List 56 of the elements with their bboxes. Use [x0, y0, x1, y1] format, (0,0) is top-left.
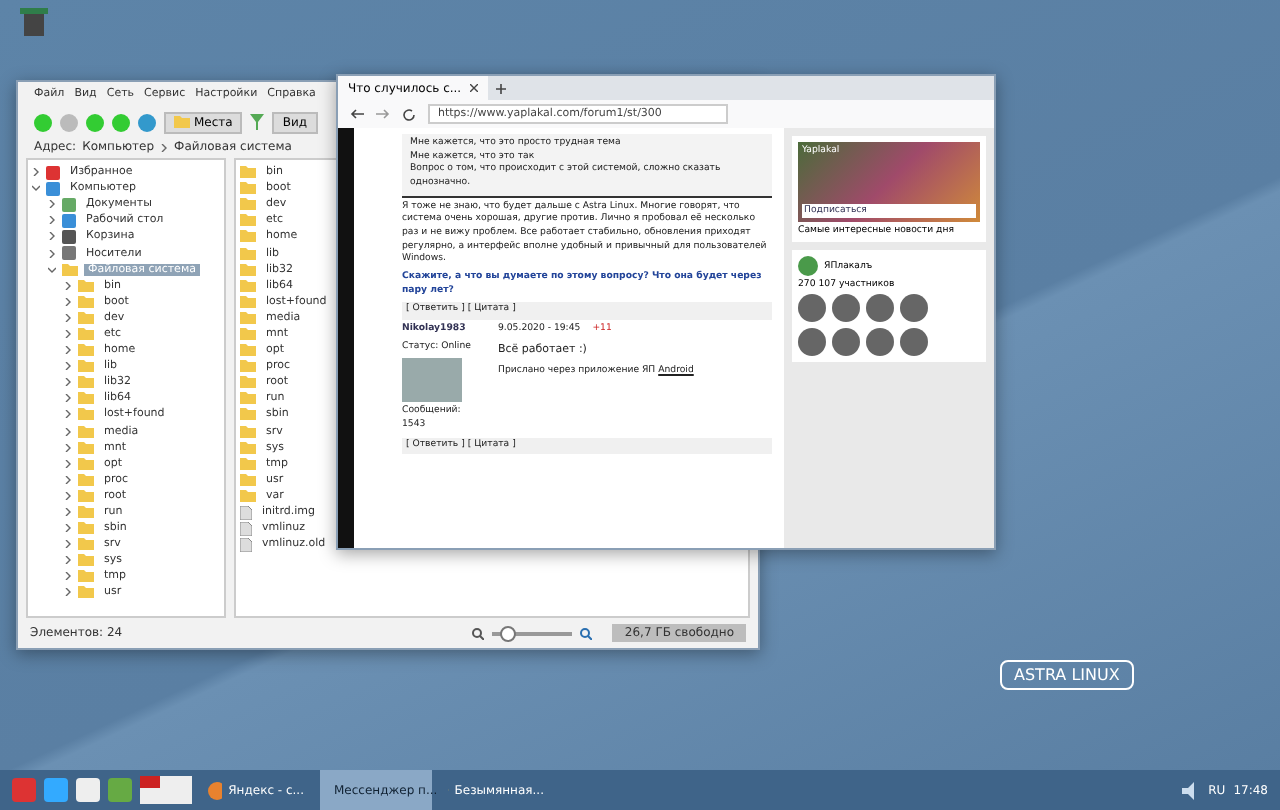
chevron-right-icon[interactable]	[64, 475, 72, 484]
filter-icon[interactable]	[250, 114, 265, 130]
chevron-right-icon[interactable]	[160, 143, 169, 151]
chevron-right-icon[interactable]	[64, 329, 72, 338]
member-avatar[interactable]	[866, 328, 894, 356]
chevron-right-icon[interactable]	[64, 297, 72, 306]
zoom-out-icon[interactable]	[472, 627, 485, 639]
chevron-right-icon[interactable]	[64, 540, 72, 549]
chevron-right-icon[interactable]	[64, 281, 72, 290]
trash-icon[interactable]	[20, 8, 48, 36]
member-avatar[interactable]	[866, 294, 894, 322]
drive-icon	[62, 246, 76, 261]
member-avatar[interactable]	[832, 294, 860, 322]
chevron-right-icon[interactable]	[64, 410, 72, 419]
chevron-right-icon[interactable]	[64, 524, 72, 533]
chevron-right-icon[interactable]	[64, 459, 72, 468]
chevron-right-icon[interactable]	[64, 362, 72, 371]
wallpaper-logo: ASTRA LINUX	[1000, 660, 1134, 690]
workspace-switcher-icon[interactable]	[140, 776, 192, 804]
chevron-right-icon[interactable]	[64, 346, 72, 355]
group-avatar-icon	[798, 256, 818, 276]
member-avatar[interactable]	[798, 294, 826, 322]
zoom-thumb[interactable]	[500, 625, 517, 641]
member-avatar[interactable]	[832, 328, 860, 356]
chevron-right-icon[interactable]	[64, 378, 72, 387]
reload-icon[interactable]	[402, 107, 416, 121]
member-avatar[interactable]	[900, 328, 928, 356]
chevron-right-icon[interactable]	[64, 443, 72, 452]
chevron-right-icon[interactable]	[48, 216, 56, 225]
photo-placeholder	[402, 358, 462, 403]
trash-icon	[62, 229, 76, 244]
chevron-right-icon[interactable]	[32, 168, 40, 177]
chevron-right-icon[interactable]	[48, 200, 56, 209]
chevron-down-icon[interactable]	[48, 265, 56, 274]
chevron-right-icon[interactable]	[64, 572, 72, 581]
new-tab-icon[interactable]	[495, 83, 506, 93]
forward-icon[interactable]	[376, 108, 390, 120]
close-icon[interactable]	[469, 84, 478, 92]
member-avatar[interactable]	[900, 294, 928, 322]
chevron-right-icon[interactable]	[64, 588, 72, 597]
docs-icon	[62, 197, 76, 212]
chevron-right-icon[interactable]	[64, 556, 72, 565]
chevron-right-icon[interactable]	[64, 313, 72, 322]
browser-icon	[208, 781, 223, 799]
desktop-icon	[62, 213, 76, 228]
chevron-right-icon[interactable]	[64, 491, 72, 500]
chevron-down-icon[interactable]	[32, 184, 40, 193]
chevron-right-icon[interactable]	[48, 249, 56, 258]
chevron-right-icon[interactable]	[48, 232, 56, 241]
back-icon[interactable]	[350, 108, 364, 120]
chevron-right-icon[interactable]	[64, 508, 72, 517]
member-avatar[interactable]	[798, 328, 826, 356]
chevron-right-icon[interactable]	[64, 394, 72, 403]
chevron-right-icon[interactable]	[64, 427, 72, 436]
zoom-in-icon[interactable]	[580, 627, 593, 639]
computer-icon	[46, 181, 60, 196]
